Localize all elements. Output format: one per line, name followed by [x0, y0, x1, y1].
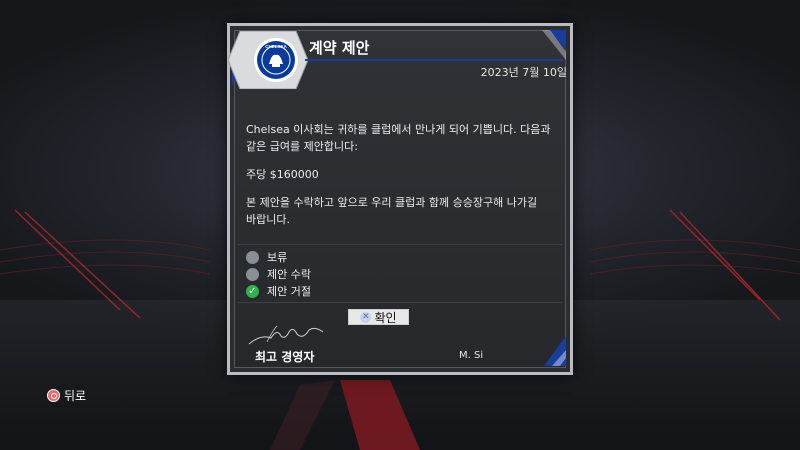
confirm-button[interactable]: ✕ 확인	[348, 309, 409, 325]
ceo-name: M. Si	[459, 350, 484, 361]
option-reject-label: 제안 거절	[267, 285, 311, 298]
ceo-title: 최고 경영자	[255, 350, 315, 364]
options-divider-bottom	[238, 302, 562, 303]
paragraph-2-line-1: 본 제안을 수락하고 앞으로 우리 클럽과 함께 승승장구해 나가길	[246, 196, 538, 209]
dialog-title: 계약 제안	[309, 39, 370, 57]
paragraph-1-line-1: Chelsea 이사회는 귀하를 클럽에서 만나게 되어 기쁩니다. 다음과	[246, 123, 551, 136]
radio-unchecked-icon	[246, 267, 259, 281]
option-accept-label: 제안 수락	[267, 268, 311, 281]
title-underline	[305, 59, 563, 61]
paragraph-1-line-2: 같은 급여를 제안합니다:	[246, 139, 358, 153]
options-divider-top	[238, 244, 562, 245]
ceo-signature	[248, 325, 324, 345]
back-button[interactable]: 뒤로	[47, 387, 86, 404]
club-crest-badge: CHELSEA	[228, 31, 308, 89]
option-accept[interactable]: 제안 수락	[246, 266, 311, 282]
offer-paragraph-2: 본 제안을 수락하고 앞으로 우리 클럽과 함께 승승장구해 나가길 바랍니다.	[246, 195, 537, 228]
option-reject[interactable]: ✓ 제안 거절	[246, 283, 311, 299]
paragraph-2-line-2: 바랍니다.	[246, 212, 290, 226]
radio-unchecked-icon	[246, 250, 259, 264]
option-hold-label: 보류	[267, 251, 288, 264]
option-hold[interactable]: 보류	[246, 249, 287, 265]
back-button-label: 뒤로	[64, 389, 87, 403]
circle-button-icon	[47, 389, 60, 402]
crest-text: CHELSEA	[265, 44, 287, 49]
cross-button-icon: ✕	[360, 311, 372, 323]
offer-date: 2023년 7월 10일	[480, 66, 567, 79]
salary-text: 주당 $160000	[246, 168, 319, 181]
checkmark-icon: ✓	[246, 284, 259, 298]
confirm-button-label: 확인	[374, 310, 397, 325]
offer-paragraph-1: Chelsea 이사회는 귀하를 클럽에서 만나게 되어 기쁩니다. 다음과 같…	[246, 122, 550, 155]
